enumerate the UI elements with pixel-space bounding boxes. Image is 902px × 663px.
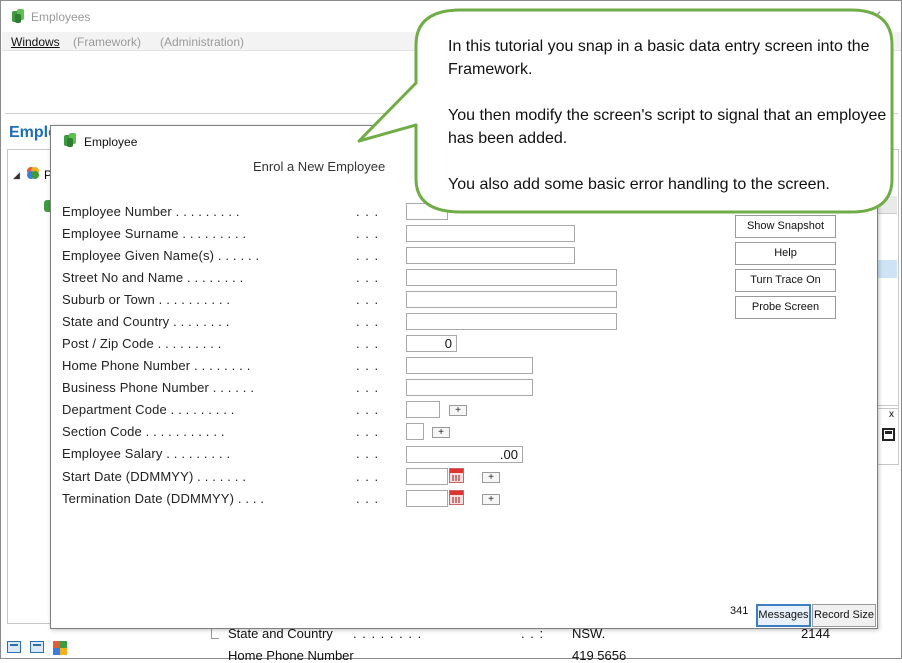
navigation-tree[interactable]: ◢ P: [7, 149, 52, 624]
state-label: State and Country . . . . . . . .: [62, 314, 230, 329]
callout-paragraph: In this tutorial you snap in a basic dat…: [448, 38, 870, 78]
start-date-label: Start Date (DDMMYY) . . . . . . .: [62, 469, 247, 484]
post-code-field[interactable]: 0: [406, 335, 457, 352]
section-code-label: Section Code . . . . . . . . . . .: [62, 424, 225, 439]
termination-date-label: Termination Date (DDMMYY) . . . .: [62, 491, 265, 506]
field-dots: . . .: [356, 446, 380, 461]
termination-date-field[interactable]: [406, 490, 448, 507]
state-field[interactable]: [406, 313, 617, 330]
window-list-icon[interactable]: [7, 641, 21, 653]
framework-app-icon: [64, 133, 76, 147]
window-tile-icon[interactable]: [30, 641, 44, 653]
street-label: Street No and Name . . . . . . . .: [62, 270, 244, 285]
field-dots: . . .: [356, 402, 380, 417]
field-dots: . . .: [356, 204, 380, 219]
counter-text: 341: [730, 605, 749, 617]
menu-administration[interactable]: (Administration): [160, 35, 244, 49]
record-size-button[interactable]: Record Size: [812, 604, 876, 627]
panel-close-icon[interactable]: x: [889, 409, 894, 420]
street-field[interactable]: [406, 269, 617, 286]
field-dots: . . .: [356, 248, 380, 263]
department-code-field[interactable]: [406, 401, 440, 418]
employee-number-field[interactable]: [406, 203, 448, 220]
employee-salary-label: Employee Salary . . . . . . . . .: [62, 446, 231, 461]
framework-tree-icon: [27, 167, 39, 179]
color-grid-icon[interactable]: [53, 641, 67, 655]
home-phone-label: Home Phone Number . . . . . . . .: [62, 358, 251, 373]
selected-row[interactable]: [877, 260, 897, 278]
close-icon[interactable]: ✕: [870, 7, 883, 25]
suburb-field[interactable]: [406, 291, 617, 308]
employee-surname-label: Employee Surname . . . . . . . . .: [62, 226, 247, 241]
bg-row-value: 419 5656: [572, 648, 627, 663]
help-button[interactable]: Help: [735, 242, 836, 265]
section-code-field[interactable]: [406, 423, 424, 440]
field-dots: . . .: [356, 380, 380, 395]
menu-framework[interactable]: (Framework): [73, 35, 141, 49]
department-code-label: Department Code . . . . . . . . .: [62, 402, 235, 417]
background-right-panel-2: x: [877, 405, 899, 465]
department-prompt-button[interactable]: +: [449, 405, 467, 416]
field-dots: . . .: [356, 358, 380, 373]
field-dots: . . .: [356, 226, 380, 241]
menu-windows[interactable]: Windows: [11, 35, 60, 49]
employee-number-label: Employee Number . . . . . . . . .: [62, 204, 240, 219]
field-dots: . . .: [356, 336, 380, 351]
business-phone-label: Business Phone Number . . . . . .: [62, 380, 255, 395]
suburb-label: Suburb or Town . . . . . . . . . .: [62, 292, 231, 307]
field-dots: . . .: [356, 424, 380, 439]
outer-window-title: Employees: [31, 10, 91, 24]
callout-paragraph: You then modify the screen's script to s…: [448, 107, 887, 147]
employees-window: Employees ✕ Windows (Framework) (Adminis…: [0, 0, 902, 663]
field-dots: . . .: [356, 314, 380, 329]
termination-date-prompt-button[interactable]: +: [482, 494, 500, 505]
field-dots: . . .: [356, 292, 380, 307]
messages-button[interactable]: Messages: [756, 604, 811, 627]
home-phone-field[interactable]: [406, 357, 533, 374]
business-phone-field[interactable]: [406, 379, 533, 396]
bg-row-label: Home Phone Number: [228, 648, 354, 663]
framework-app-icon: [12, 9, 24, 23]
field-dots: . . .: [356, 469, 380, 484]
turn-trace-on-button[interactable]: Turn Trace On: [735, 269, 836, 292]
callout-text: In this tutorial you snap in a basic dat…: [448, 35, 888, 219]
start-date-prompt-button[interactable]: +: [482, 472, 500, 483]
maximize-icon[interactable]: [882, 428, 895, 441]
calendar-icon[interactable]: [449, 468, 464, 483]
employee-given-names-label: Employee Given Name(s) . . . . . .: [62, 248, 260, 263]
start-date-field[interactable]: [406, 468, 448, 485]
field-dots: . . .: [356, 270, 380, 285]
probe-screen-button[interactable]: Probe Screen: [735, 296, 836, 319]
form-heading: Enrol a New Employee: [253, 159, 386, 174]
post-code-label: Post / Zip Code . . . . . . . . .: [62, 336, 222, 351]
dialog-title: Employee: [84, 135, 138, 149]
callout-paragraph: You also add some basic error handling t…: [448, 176, 830, 193]
employee-given-names-field[interactable]: [406, 247, 575, 264]
calendar-icon[interactable]: [449, 490, 464, 505]
expand-icon[interactable]: ◢: [13, 170, 20, 181]
employee-surname-field[interactable]: [406, 225, 575, 242]
field-dots: . . .: [356, 491, 380, 506]
employee-salary-field[interactable]: .00: [406, 446, 523, 463]
section-prompt-button[interactable]: +: [432, 427, 450, 438]
